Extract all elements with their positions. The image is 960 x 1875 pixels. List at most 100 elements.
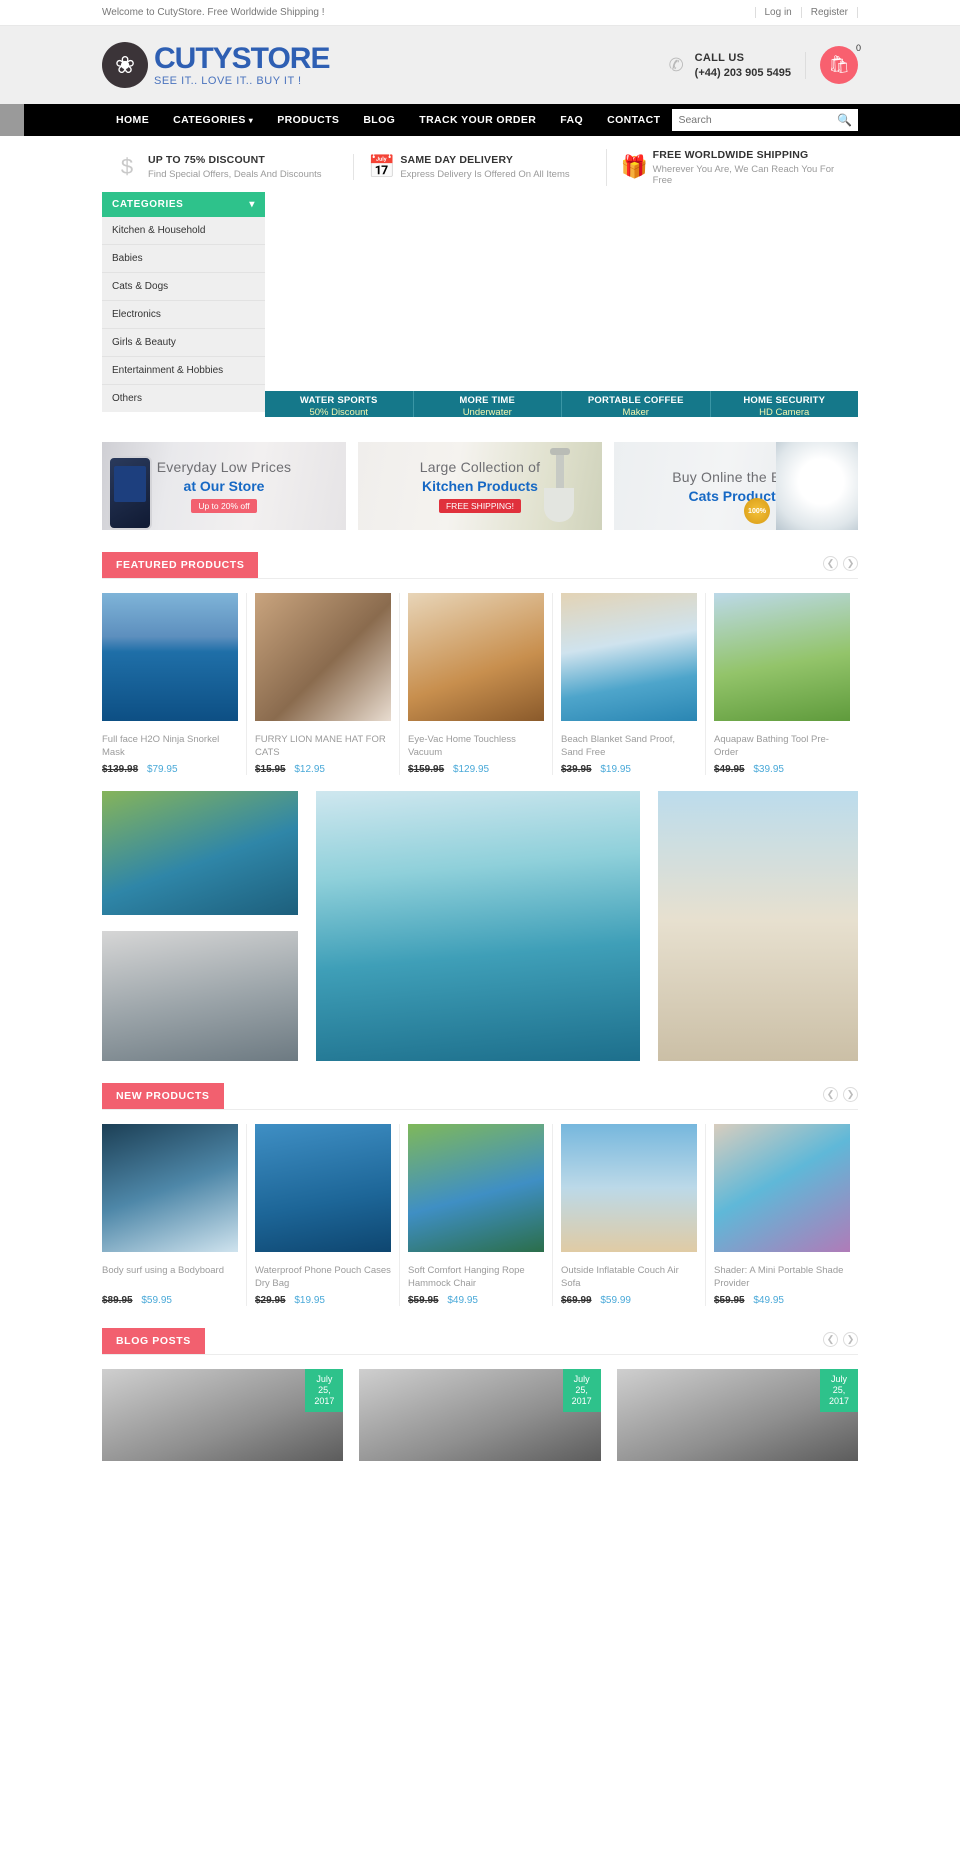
sidebar-item-babies[interactable]: Babies: [102, 245, 265, 273]
product-image[interactable]: [561, 1124, 697, 1252]
categories-title: CATEGORIES: [112, 199, 184, 210]
register-link[interactable]: Register: [802, 7, 858, 18]
blog-next-arrow[interactable]: ❯: [843, 1331, 858, 1347]
product-card[interactable]: Soft Comfort Hanging Rope Hammock Chair …: [400, 1124, 553, 1306]
sidebar-item-cats-dogs[interactable]: Cats & Dogs: [102, 273, 265, 301]
featured-product-grid: Full face H2O Ninja Snorkel Mask $139.98…: [102, 593, 858, 775]
product-name[interactable]: Full face H2O Ninja Snorkel Mask: [102, 733, 238, 759]
new-prev-arrow[interactable]: ❮: [823, 1086, 838, 1102]
search-input[interactable]: [678, 114, 838, 126]
blog-date-day: 25,: [832, 1385, 846, 1395]
blog-post-card[interactable]: July 25, 2017: [616, 1369, 858, 1461]
product-old-price: $49.95: [714, 764, 745, 775]
hero-tab-home-security[interactable]: HOME SECURITY HD Camera: [710, 391, 858, 417]
product-image[interactable]: [408, 593, 544, 721]
featured-next-arrow[interactable]: ❯: [843, 555, 858, 571]
feature-subtitle: Find Special Offers, Deals And Discounts: [148, 169, 322, 180]
product-name[interactable]: Outside Inflatable Couch Air Sofa: [561, 1264, 697, 1290]
product-image[interactable]: [255, 593, 391, 721]
sidebar-item-girls-beauty[interactable]: Girls & Beauty: [102, 329, 265, 357]
new-product-grid: Body surf using a Bodyboard $89.95 $59.9…: [102, 1124, 858, 1306]
sidebar-item-kitchen-household[interactable]: Kitchen & Household: [102, 217, 265, 245]
product-new-price: $59.95: [141, 1295, 172, 1306]
categories-sidebar: CATEGORIES ▾ Kitchen & Household Babies …: [102, 192, 265, 412]
banner-cats-products[interactable]: Buy Online the Best Cats Products 100%: [614, 442, 858, 530]
product-name[interactable]: Waterproof Phone Pouch Cases Dry Bag: [255, 1264, 391, 1290]
hero-tab-portable-coffee[interactable]: PORTABLE COFFEE Maker: [562, 391, 711, 417]
product-image[interactable]: [102, 1124, 238, 1252]
sidebar-item-electronics[interactable]: Electronics: [102, 301, 265, 329]
search-box[interactable]: 🔍: [672, 109, 858, 131]
categories-header[interactable]: CATEGORIES ▾: [102, 192, 265, 217]
hero-tab-title: HOME SECURITY: [743, 395, 826, 406]
product-card[interactable]: Body surf using a Bodyboard $89.95 $59.9…: [102, 1124, 247, 1306]
sidebar-item-others[interactable]: Others: [102, 385, 265, 412]
product-name[interactable]: Aquapaw Bathing Tool Pre-Order: [714, 733, 850, 759]
product-card[interactable]: Full face H2O Ninja Snorkel Mask $139.98…: [102, 593, 247, 775]
blog-post-card[interactable]: July 25, 2017: [102, 1369, 344, 1461]
new-next-arrow[interactable]: ❯: [843, 1086, 858, 1102]
product-card[interactable]: Shader: A Mini Portable Shade Provider $…: [706, 1124, 858, 1306]
blog-prev-arrow[interactable]: ❮: [823, 1331, 838, 1347]
nav-item-faq[interactable]: FAQ: [548, 104, 595, 136]
product-image[interactable]: [102, 593, 238, 721]
feature-title: FREE WORLDWIDE SHIPPING: [652, 148, 809, 161]
hero-slider[interactable]: WATER SPORTS 50% Discount MORE TIME Unde…: [265, 192, 858, 417]
feature-title: UP TO 75% DISCOUNT: [148, 154, 265, 166]
product-name[interactable]: Shader: A Mini Portable Shade Provider: [714, 1264, 850, 1290]
product-price: $89.95 $59.95: [102, 1295, 238, 1306]
product-new-price: $19.95: [600, 764, 631, 775]
product-image[interactable]: [714, 1124, 850, 1252]
product-new-price: $49.95: [753, 1295, 784, 1306]
search-icon[interactable]: 🔍: [837, 113, 852, 127]
nav-item-blog[interactable]: BLOG: [351, 104, 407, 136]
mosaic-image-surfer[interactable]: [316, 791, 640, 1061]
call-us-block: ✆ CALL US (+44) 203 905 5495: [669, 51, 806, 79]
blog-date-year: 2017: [314, 1396, 335, 1406]
mosaic-image-dog-beach[interactable]: [658, 791, 858, 1061]
banner-everyday-low-prices[interactable]: Everyday Low Prices at Our Store Up to 2…: [102, 442, 346, 530]
product-image[interactable]: [714, 593, 850, 721]
product-image[interactable]: [561, 593, 697, 721]
product-image[interactable]: [408, 1124, 544, 1252]
product-image[interactable]: [255, 1124, 391, 1252]
product-old-price: $39.95: [561, 764, 592, 775]
product-card[interactable]: Eye-Vac Home Touchless Vacuum $159.95 $1…: [400, 593, 553, 775]
featured-prev-arrow[interactable]: ❮: [823, 555, 838, 571]
nav-item-categories[interactable]: CATEGORIES ▾: [161, 104, 265, 137]
product-name[interactable]: Body surf using a Bodyboard: [102, 1264, 238, 1290]
blog-date-year: 2017: [571, 1396, 592, 1406]
sidebar-item-entertainment-hobbies[interactable]: Entertainment & Hobbies: [102, 357, 265, 385]
product-name[interactable]: FURRY LION MANE HAT FOR CATS: [255, 733, 391, 759]
product-card[interactable]: Outside Inflatable Couch Air Sofa $69.99…: [553, 1124, 706, 1306]
nav-item-contact[interactable]: CONTACT: [595, 104, 672, 136]
blog-post-card[interactable]: July 25, 2017: [359, 1369, 601, 1461]
product-price: $139.98 $79.95: [102, 764, 238, 775]
hero-tab-more-time[interactable]: MORE TIME Underwater: [413, 391, 562, 417]
product-price: $49.95 $39.95: [714, 764, 850, 775]
hero-tab-water-sports[interactable]: WATER SPORTS 50% Discount: [265, 391, 414, 417]
product-name[interactable]: Eye-Vac Home Touchless Vacuum: [408, 733, 544, 759]
product-card[interactable]: FURRY LION MANE HAT FOR CATS $15.95 $12.…: [247, 593, 400, 775]
product-new-price: $39.95: [753, 764, 784, 775]
banner-kitchen-products[interactable]: Large Collection of Kitchen Products FRE…: [358, 442, 602, 530]
gift-icon: 🎁: [620, 154, 649, 179]
nav-item-home[interactable]: HOME: [102, 104, 161, 136]
account-links: Log in Register: [754, 7, 858, 18]
login-link[interactable]: Log in: [754, 7, 802, 18]
logo[interactable]: ❀ CUTYSTORE SEE IT.. LOVE IT.. BUY IT !: [102, 42, 330, 88]
product-card[interactable]: Aquapaw Bathing Tool Pre-Order $49.95 $3…: [706, 593, 858, 775]
cart-button[interactable]: 🛍 0: [820, 43, 861, 84]
feature-subtitle: Express Delivery Is Offered On All Items: [400, 169, 570, 180]
product-name[interactable]: Soft Comfort Hanging Rope Hammock Chair: [408, 1264, 544, 1290]
product-name[interactable]: Beach Blanket Sand Proof, Sand Free: [561, 733, 697, 759]
nav-item-track-your-order[interactable]: TRACK YOUR ORDER: [407, 104, 548, 136]
cat-illustration: [776, 442, 858, 530]
feature-title: SAME DAY DELIVERY: [400, 154, 514, 166]
product-card[interactable]: Waterproof Phone Pouch Cases Dry Bag $29…: [247, 1124, 400, 1306]
mosaic-image-hammock[interactable]: [102, 791, 298, 915]
product-card[interactable]: Beach Blanket Sand Proof, Sand Free $39.…: [553, 593, 706, 775]
hero-tab-subtitle: Maker: [622, 407, 649, 417]
mosaic-image-athlete[interactable]: [102, 931, 298, 1061]
nav-item-products[interactable]: PRODUCTS: [265, 104, 351, 136]
